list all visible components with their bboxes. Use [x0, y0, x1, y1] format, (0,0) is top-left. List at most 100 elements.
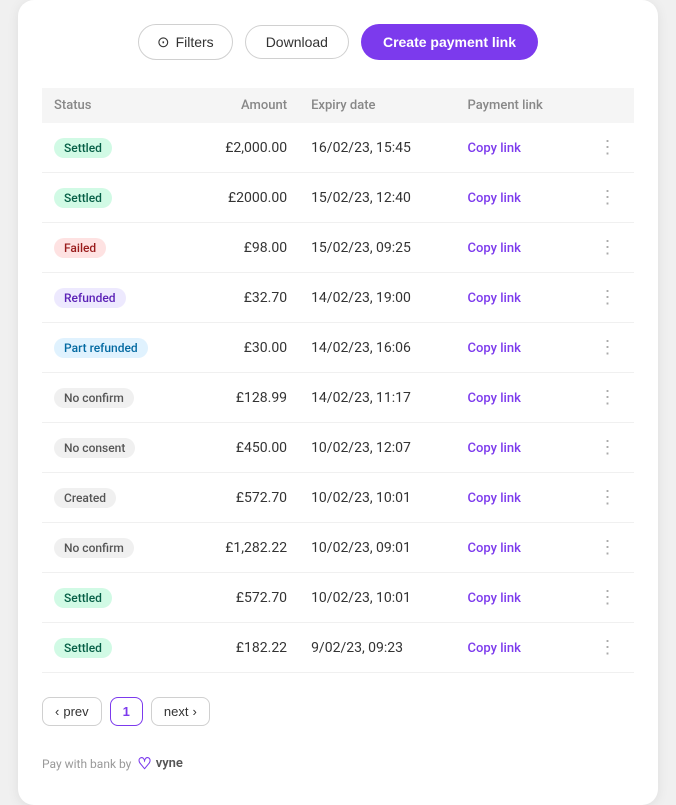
table-row: Settled £182.22 9/02/23, 09:23 Copy link…	[42, 623, 634, 673]
copy-link-button[interactable]: Copy link	[468, 241, 521, 256]
cell-more: ⋮	[581, 423, 634, 473]
cell-expiry: 10/02/23, 12:07	[299, 423, 455, 473]
cell-status: Failed	[42, 223, 191, 273]
cell-payment-link: Copy link	[456, 573, 581, 623]
cell-payment-link: Copy link	[456, 373, 581, 423]
status-badge: No consent	[54, 438, 135, 458]
header-actions	[581, 88, 634, 123]
more-icon[interactable]: ⋮	[598, 187, 616, 208]
cell-status: No confirm	[42, 523, 191, 573]
copy-link-button[interactable]: Copy link	[468, 441, 521, 456]
copy-link-button[interactable]: Copy link	[468, 391, 521, 406]
status-badge: Settled	[54, 138, 112, 158]
cell-payment-link: Copy link	[456, 423, 581, 473]
more-icon[interactable]: ⋮	[598, 537, 616, 558]
status-badge: Settled	[54, 638, 112, 658]
copy-link-button[interactable]: Copy link	[468, 541, 521, 556]
more-icon[interactable]: ⋮	[598, 287, 616, 308]
more-icon[interactable]: ⋮	[598, 587, 616, 608]
main-card: ⊙ Filters Download Create payment link S…	[18, 0, 658, 805]
cell-status: Settled	[42, 623, 191, 673]
download-label: Download	[266, 34, 328, 50]
payments-table: Status Amount Expiry date Payment link S…	[42, 88, 634, 673]
status-badge: Refunded	[54, 288, 126, 308]
status-badge: Part refunded	[54, 338, 148, 358]
more-icon[interactable]: ⋮	[598, 137, 616, 158]
cell-status: Settled	[42, 173, 191, 223]
page-number: 1	[123, 704, 130, 719]
cell-more: ⋮	[581, 173, 634, 223]
cell-expiry: 14/02/23, 16:06	[299, 323, 455, 373]
cell-amount: £2000.00	[191, 173, 299, 223]
cell-payment-link: Copy link	[456, 173, 581, 223]
cell-payment-link: Copy link	[456, 323, 581, 373]
table-row: No consent £450.00 10/02/23, 12:07 Copy …	[42, 423, 634, 473]
table-row: No confirm £128.99 14/02/23, 11:17 Copy …	[42, 373, 634, 423]
header-amount: Amount	[191, 88, 299, 123]
cell-expiry: 10/02/23, 10:01	[299, 573, 455, 623]
create-payment-link-button[interactable]: Create payment link	[361, 24, 538, 60]
copy-link-button[interactable]: Copy link	[468, 141, 521, 156]
cell-more: ⋮	[581, 273, 634, 323]
more-icon[interactable]: ⋮	[598, 337, 616, 358]
more-icon[interactable]: ⋮	[598, 387, 616, 408]
cell-payment-link: Copy link	[456, 223, 581, 273]
page-1-button[interactable]: 1	[110, 697, 143, 726]
cell-status: No consent	[42, 423, 191, 473]
copy-link-button[interactable]: Copy link	[468, 641, 521, 656]
cell-more: ⋮	[581, 123, 634, 173]
table-row: Settled £2000.00 15/02/23, 12:40 Copy li…	[42, 173, 634, 223]
header-payment-link: Payment link	[456, 88, 581, 123]
cell-more: ⋮	[581, 623, 634, 673]
prev-button[interactable]: ‹ prev	[42, 697, 102, 726]
cell-payment-link: Copy link	[456, 523, 581, 573]
create-label: Create payment link	[383, 34, 516, 50]
copy-link-button[interactable]: Copy link	[468, 491, 521, 506]
table-row: Part refunded £30.00 14/02/23, 16:06 Cop…	[42, 323, 634, 373]
next-label: next	[164, 704, 189, 719]
cell-expiry: 14/02/23, 11:17	[299, 373, 455, 423]
cell-more: ⋮	[581, 573, 634, 623]
cell-status: Created	[42, 473, 191, 523]
next-chevron-icon: ›	[192, 704, 196, 719]
footer: Pay with bank by ♡ vyne	[42, 754, 634, 773]
table-header-row: Status Amount Expiry date Payment link	[42, 88, 634, 123]
cell-more: ⋮	[581, 373, 634, 423]
toolbar: ⊙ Filters Download Create payment link	[42, 24, 634, 60]
cell-expiry: 9/02/23, 09:23	[299, 623, 455, 673]
copy-link-button[interactable]: Copy link	[468, 291, 521, 306]
cell-more: ⋮	[581, 473, 634, 523]
filters-label: Filters	[176, 34, 214, 50]
more-icon[interactable]: ⋮	[598, 237, 616, 258]
pagination: ‹ prev 1 next ›	[42, 697, 634, 726]
prev-chevron-icon: ‹	[55, 704, 59, 719]
vyne-heart-icon: ♡	[137, 754, 151, 773]
cell-status: Part refunded	[42, 323, 191, 373]
prev-label: prev	[63, 704, 88, 719]
download-button[interactable]: Download	[245, 25, 349, 59]
status-badge: No confirm	[54, 538, 134, 558]
cell-more: ⋮	[581, 523, 634, 573]
cell-expiry: 15/02/23, 12:40	[299, 173, 455, 223]
brand-name: vyne	[156, 756, 183, 771]
cell-amount: £30.00	[191, 323, 299, 373]
next-button[interactable]: next ›	[151, 697, 210, 726]
more-icon[interactable]: ⋮	[598, 487, 616, 508]
cell-status: No confirm	[42, 373, 191, 423]
cell-status: Refunded	[42, 273, 191, 323]
cell-payment-link: Copy link	[456, 473, 581, 523]
cell-expiry: 15/02/23, 09:25	[299, 223, 455, 273]
copy-link-button[interactable]: Copy link	[468, 341, 521, 356]
copy-link-button[interactable]: Copy link	[468, 591, 521, 606]
more-icon[interactable]: ⋮	[598, 637, 616, 658]
cell-payment-link: Copy link	[456, 623, 581, 673]
table-row: Settled £2,000.00 16/02/23, 15:45 Copy l…	[42, 123, 634, 173]
filters-button[interactable]: ⊙ Filters	[138, 24, 233, 60]
cell-status: Settled	[42, 123, 191, 173]
cell-more: ⋮	[581, 323, 634, 373]
table-row: Created £572.70 10/02/23, 10:01 Copy lin…	[42, 473, 634, 523]
cell-amount: £2,000.00	[191, 123, 299, 173]
copy-link-button[interactable]: Copy link	[468, 191, 521, 206]
vyne-logo: ♡ vyne	[137, 754, 183, 773]
more-icon[interactable]: ⋮	[598, 437, 616, 458]
